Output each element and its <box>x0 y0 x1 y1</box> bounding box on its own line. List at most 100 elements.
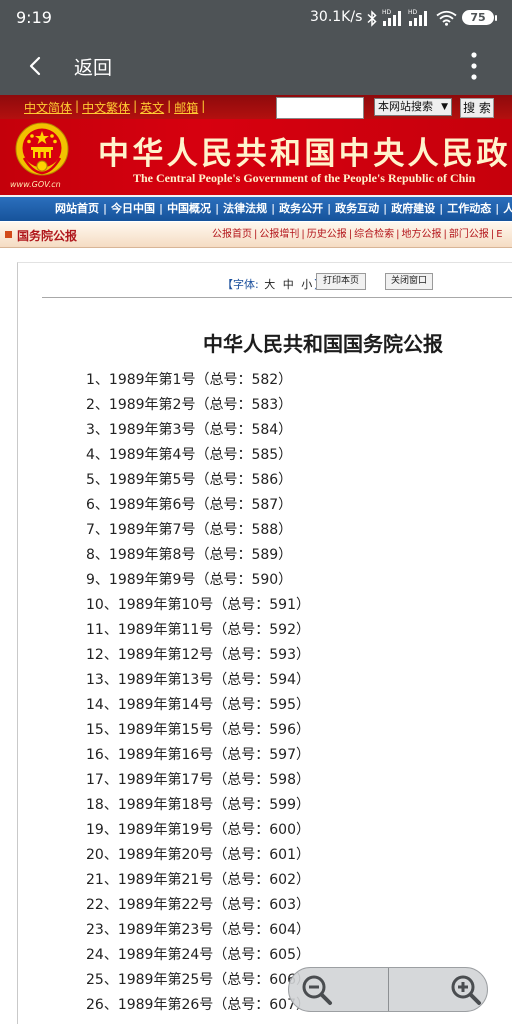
battery-icon: 75 <box>462 10 494 25</box>
nav-item-work-news[interactable]: 工作动态 <box>447 197 491 221</box>
nav-item-home[interactable]: 网站首页 <box>55 197 99 221</box>
browser-chrome: 9:19 30.1K/s HD HD 75 返回 <box>0 0 512 95</box>
issue-item[interactable]: 14、1989年第14号（总号：595） <box>86 693 386 718</box>
print-button[interactable]: 打印本页 <box>316 273 366 290</box>
font-size-medium[interactable]: 中 <box>283 278 294 291</box>
site-title-cn: 中华人民共和国中央人民政 <box>98 136 511 172</box>
more-vert-icon[interactable] <box>464 50 484 82</box>
battery-nub <box>495 15 497 21</box>
lang-link-traditional[interactable]: 中文繁体 <box>82 99 130 116</box>
zoom-out-button[interactable] <box>289 968 388 1011</box>
separator <box>394 222 401 247</box>
search-input[interactable] <box>276 97 364 119</box>
nav-item-truncated[interactable]: 人 <box>503 197 512 221</box>
issue-item[interactable]: 9、1989年第9号（总号：590） <box>86 568 386 593</box>
site-url: www.GOV.cn <box>10 180 61 189</box>
issue-item[interactable]: 15、1989年第15号（总号：596） <box>86 718 386 743</box>
nav-item-laws[interactable]: 法律法规 <box>223 197 267 221</box>
section-bar: 国务院公报 公报首页 公报增刊 历史公报 综合检索 地方公报 部门公报 E <box>0 222 512 248</box>
separator <box>99 197 111 221</box>
font-size-small[interactable]: 小 <box>301 278 312 291</box>
separator <box>442 222 449 247</box>
separator <box>379 197 391 221</box>
font-size-large[interactable]: 大 <box>264 278 275 291</box>
issue-item[interactable]: 24、1989年第24号（总号：605） <box>86 943 386 968</box>
issue-item[interactable]: 4、1989年第4号（总号：585） <box>86 443 386 468</box>
lang-link-simplified[interactable]: 中文简体 <box>24 99 72 116</box>
issue-item[interactable]: 6、1989年第6号（总号：587） <box>86 493 386 518</box>
issue-item[interactable]: 1、1989年第1号（总号：582） <box>86 368 386 393</box>
network-speed: 30.1K/s <box>310 9 363 25</box>
national-emblem-icon[interactable] <box>14 122 70 178</box>
issue-item[interactable]: 20、1989年第20号（总号：601） <box>86 843 386 868</box>
section-link-supplement[interactable]: 公报增刊 <box>259 222 299 247</box>
bluetooth-icon <box>367 10 377 27</box>
nav-item-gov-building[interactable]: 政府建设 <box>391 197 435 221</box>
issue-item[interactable]: 7、1989年第7号（总号：588） <box>86 518 386 543</box>
zoom-out-icon <box>302 975 332 1005</box>
section-links: 公报首页 公报增刊 历史公报 综合检索 地方公报 部门公报 E <box>212 222 512 247</box>
nav-item-gov-affairs[interactable]: 政务公开 <box>279 197 323 221</box>
close-window-button[interactable]: 关闭窗口 <box>385 273 433 290</box>
issue-item[interactable]: 3、1989年第3号（总号：584） <box>86 418 386 443</box>
svg-text:HD: HD <box>382 9 392 16</box>
section-title: 国务院公报 <box>17 229 78 243</box>
divider <box>42 297 512 298</box>
nav-item-interaction[interactable]: 政务互动 <box>335 197 379 221</box>
issue-item[interactable]: 13、1989年第13号（总号：594） <box>86 668 386 693</box>
section-bullet-icon <box>5 231 12 238</box>
issue-item[interactable]: 19、1989年第19号（总号：600） <box>86 818 386 843</box>
back-button[interactable]: 返回 <box>74 53 112 80</box>
nav-item-today-china[interactable]: 今日中国 <box>111 197 155 221</box>
main-nav: 网站首页 今日中国 中国概况 法律法规 政务公开 政务互动 政府建设 工作动态 … <box>0 197 512 221</box>
section-link-local[interactable]: 地方公报 <box>402 222 442 247</box>
chevron-left-icon[interactable] <box>22 52 50 80</box>
mailbox-link[interactable]: 邮箱 <box>174 99 198 116</box>
separator <box>347 222 354 247</box>
wifi-icon <box>436 10 457 26</box>
separator <box>164 99 174 116</box>
search-button[interactable]: 搜 索 <box>460 98 494 118</box>
separator <box>155 197 167 221</box>
separator <box>252 222 259 247</box>
issue-list: 1、1989年第1号（总号：582） 2、1989年第2号（总号：583） 3、… <box>86 368 386 1018</box>
font-size-control: 【字体: 大 中 小】 <box>222 276 325 292</box>
issue-item[interactable]: 12、1989年第12号（总号：593） <box>86 643 386 668</box>
issue-item[interactable]: 5、1989年第5号（总号：586） <box>86 468 386 493</box>
issue-item[interactable]: 2、1989年第2号（总号：583） <box>86 393 386 418</box>
issue-item[interactable]: 8、1989年第8号（总号：589） <box>86 543 386 568</box>
issue-item[interactable]: 10、1989年第10号（总号：591） <box>86 593 386 618</box>
nav-item-china-overview[interactable]: 中国概况 <box>167 197 211 221</box>
separator <box>72 99 82 116</box>
search-scope-select[interactable]: 本网站搜索 ▼ <box>374 98 452 116</box>
zoom-in-button[interactable] <box>389 968 487 1011</box>
section-link-search[interactable]: 综合检索 <box>354 222 394 247</box>
cellular-signal-icon: HD <box>408 9 427 26</box>
cellular-signal-icon: HD <box>382 9 401 26</box>
separator <box>489 222 496 247</box>
lang-link-english[interactable]: 英文 <box>140 99 164 116</box>
issue-item[interactable]: 11、1989年第11号（总号：592） <box>86 618 386 643</box>
separator <box>299 222 306 247</box>
section-link-department[interactable]: 部门公报 <box>449 222 489 247</box>
zoom-in-icon <box>451 975 481 1005</box>
separator <box>435 197 447 221</box>
section-link-history[interactable]: 历史公报 <box>307 222 347 247</box>
status-time: 9:19 <box>16 8 52 27</box>
issue-item[interactable]: 23、1989年第23号（总号：604） <box>86 918 386 943</box>
page-title: 中华人民共和国国务院公报 <box>203 332 443 356</box>
section-link-truncated[interactable]: E <box>496 222 502 247</box>
section-link-home[interactable]: 公报首页 <box>212 222 252 247</box>
svg-text:HD: HD <box>408 9 418 16</box>
issue-item[interactable]: 16、1989年第16号（总号：597） <box>86 743 386 768</box>
font-size-label: 【字体: <box>222 278 259 291</box>
separator <box>211 197 223 221</box>
separator <box>323 197 335 221</box>
issue-item[interactable]: 17、1989年第17号（总号：598） <box>86 768 386 793</box>
issue-item[interactable]: 22、1989年第22号（总号：603） <box>86 893 386 918</box>
issue-item[interactable]: 21、1989年第21号（总号：602） <box>86 868 386 893</box>
issue-item[interactable]: 18、1989年第18号（总号：599） <box>86 793 386 818</box>
site-banner: www.GOV.cn 中华人民共和国中央人民政 The Central Peop… <box>0 119 512 195</box>
search-scope-value: 本网站搜索 <box>378 100 433 113</box>
site-title-en: The Central People's Government of the P… <box>133 171 476 185</box>
